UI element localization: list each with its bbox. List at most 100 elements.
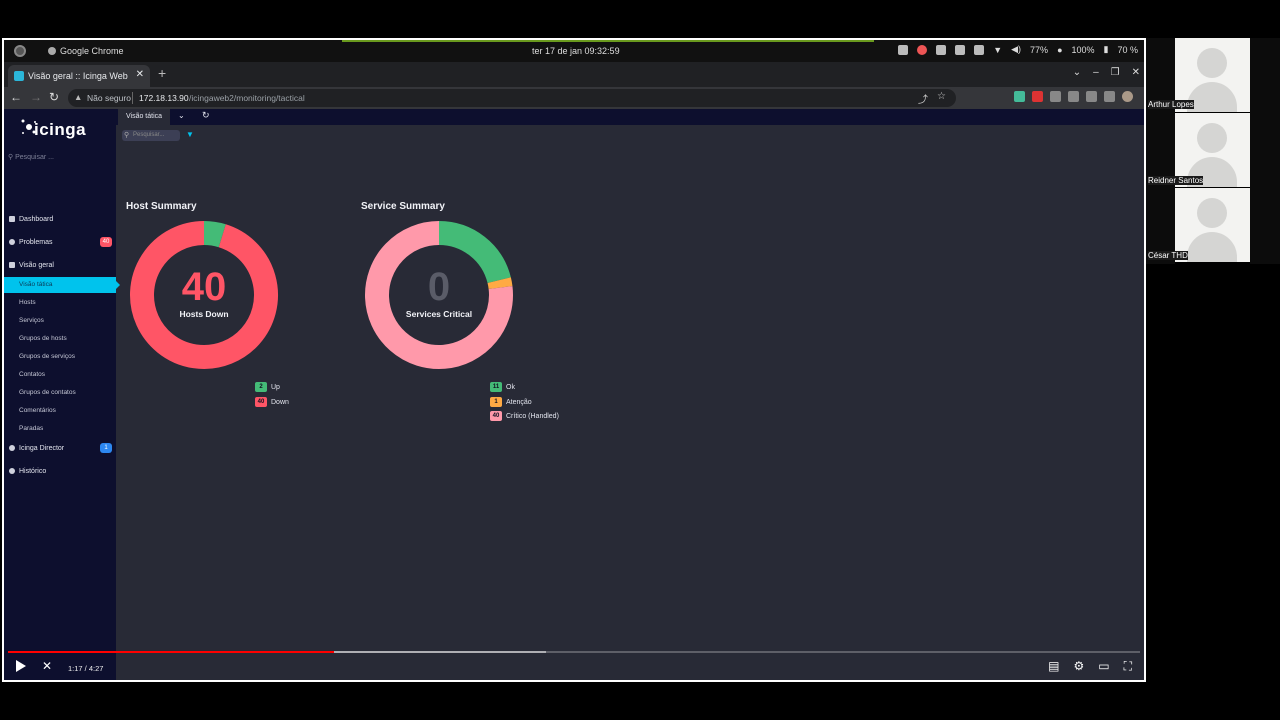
legend-label: Down (271, 399, 289, 406)
legend-label: Up (271, 384, 280, 391)
forward-icon[interactable]: → (30, 90, 42, 104)
sidebar-item-problems[interactable]: Problemas 40 (4, 236, 116, 252)
sidebar-subitem-contacts[interactable]: Contatos (4, 367, 116, 383)
sidebar-item-overview[interactable]: Visão geral (4, 259, 116, 275)
os-loading-bar (342, 40, 874, 42)
video-right-controls: ▤ ⚙ ▭ ⛶ (1048, 659, 1132, 674)
icinga-favicon (14, 71, 24, 81)
sidebar-search-placeholder: Pesquisar ... (15, 154, 54, 161)
sidebar-item-label: Icinga Director (19, 445, 65, 452)
side-panel-icon[interactable] (1104, 91, 1115, 102)
new-tab-icon[interactable]: + (158, 65, 166, 81)
screen-icon[interactable] (898, 44, 909, 55)
icinga-sidebar: icinga ⚲ Pesquisar ... Dashboard Problem… (4, 109, 120, 680)
mute-icon[interactable]: ✕ (42, 659, 52, 673)
screen: Google Chrome ter 17 de jan 09:32:59 ▼ ◀… (0, 0, 1280, 720)
legend-count: 2 (255, 382, 267, 392)
close-window-icon[interactable]: ✕ (1132, 67, 1140, 78)
video-timecode: 1:17 / 4:27 (68, 664, 104, 673)
security-label[interactable]: Não seguro (87, 93, 131, 103)
legend-count: 11 (490, 382, 502, 392)
tab-search-icon[interactable]: ⌄ (1073, 67, 1081, 78)
fullscreen-icon[interactable]: ⛶ (1124, 659, 1132, 674)
bookmark-star-icon[interactable]: ☆ (937, 91, 946, 102)
tab-tactical-overview[interactable]: Visão tática (118, 109, 170, 125)
host-big-number: 40 (181, 265, 227, 309)
filter-icon[interactable]: ▼ (186, 130, 194, 139)
sidebar-subitem-hosts[interactable]: Hosts (4, 295, 116, 311)
chevron-down-icon[interactable]: ⌄ (178, 111, 185, 120)
video-player[interactable]: Google Chrome ter 17 de jan 09:32:59 ▼ ◀… (2, 38, 1146, 682)
browser-tab[interactable]: Visão geral :: Icinga Web ✕ (8, 65, 150, 87)
profile-avatar[interactable] (1122, 91, 1133, 102)
wifi-icon: ▼ (993, 44, 1003, 55)
participant-name: Reidner Santos (1148, 176, 1204, 185)
clipboard-icon[interactable] (974, 44, 985, 55)
restore-icon[interactable]: ❐ (1111, 67, 1120, 78)
sidebar-item-history[interactable]: Histórico (4, 465, 116, 481)
participants-left-strip (1146, 38, 1175, 264)
activities-icon[interactable] (14, 45, 26, 57)
address-bar[interactable]: ▲ Não seguro 172.18.13.90 /icingaweb2/mo… (68, 89, 956, 107)
recording-icon[interactable] (917, 44, 928, 55)
reload-icon[interactable]: ↻ (49, 90, 59, 104)
sidebar-item-label: Visão geral (19, 262, 54, 269)
active-app-label: Google Chrome (60, 46, 124, 56)
sidebar-item-label: Histórico (19, 468, 47, 475)
extensions-puzzle-icon[interactable] (1086, 91, 1097, 102)
video-controls: ✕ 1:17 / 4:27 ▤ ⚙ ▭ ⛶ (4, 658, 1144, 678)
service-summary-title: Service Summary (361, 201, 445, 212)
overview-icon (9, 262, 15, 268)
director-icon (9, 445, 15, 451)
browser-tab-strip: Visão geral :: Icinga Web ✕ + ⌄ – ❐ ✕ (4, 62, 1144, 87)
bluetooth-icon[interactable] (955, 44, 966, 55)
history-icon (9, 468, 15, 474)
chrome-icon (48, 47, 56, 55)
sidebar-subitem-label: Visão tática (19, 281, 53, 288)
sidebar-subitem-comments[interactable]: Comentários (4, 403, 116, 419)
sidebar-subitem-downtimes[interactable]: Paradas (4, 421, 116, 437)
content-tabs: Visão tática ⌄ ↻ (116, 109, 1144, 125)
chrome-menu-icon[interactable]: ⋮ (1140, 91, 1144, 102)
extension-icon-2[interactable] (1032, 91, 1043, 102)
host-slice-up[interactable] (203, 221, 226, 248)
extension-icon-1[interactable] (1014, 91, 1025, 102)
sidebar-subitem-label: Hosts (19, 299, 36, 306)
sidebar-subitem-label: Paradas (19, 425, 44, 432)
problems-icon (9, 239, 15, 245)
extension-tray-icon[interactable] (936, 44, 947, 55)
sidebar-subitem-services[interactable]: Serviços (4, 313, 116, 329)
sidebar-subitem-hostgroups[interactable]: Grupos de hosts (4, 331, 116, 347)
extension-icon-4[interactable] (1068, 91, 1079, 102)
back-icon[interactable]: ← (10, 90, 22, 104)
warning-icon[interactable]: ▲ (74, 92, 82, 102)
sidebar-search[interactable]: ⚲ Pesquisar ... (8, 153, 54, 161)
active-app[interactable]: Google Chrome (48, 46, 124, 56)
legend-label: Ok (506, 384, 515, 391)
sidebar-subitem-contactgroups[interactable]: Grupos de contatos (4, 385, 116, 401)
settings-gear-icon[interactable]: ⚙ (1073, 659, 1084, 674)
video-played-bar[interactable] (8, 651, 334, 653)
play-icon[interactable] (16, 660, 26, 672)
sidebar-item-dashboard[interactable]: Dashboard (4, 213, 116, 229)
search-icon: ⚲ (124, 132, 130, 139)
minimize-icon[interactable]: – (1093, 67, 1099, 78)
cast-icon[interactable]: ▭ (1098, 659, 1109, 674)
subtitles-icon[interactable]: ▤ (1048, 659, 1059, 674)
sidebar-item-director[interactable]: Icinga Director 1 (4, 442, 116, 458)
close-tab-icon[interactable]: ✕ (136, 69, 144, 80)
service-donut-chart[interactable]: 0 Services Critical (363, 219, 515, 371)
sidebar-subitem-servicegroups[interactable]: Grupos de serviços (4, 349, 116, 365)
system-tray[interactable]: ▼ ◀) 77% ● 100% ▮ 70 % (898, 44, 1138, 55)
filter-search-input[interactable]: ⚲ Pesquisar... (122, 130, 180, 141)
sidebar-item-label: Problemas (19, 239, 53, 246)
host-summary-title: Host Summary (126, 201, 197, 212)
window-controls: ⌄ – ❐ ✕ (1073, 67, 1140, 78)
refresh-icon[interactable]: ↻ (202, 110, 210, 121)
system-clock[interactable]: ter 17 de jan 09:32:59 (532, 46, 620, 56)
share-icon[interactable]: ⤴ (918, 91, 928, 106)
host-donut-chart[interactable]: 40 Hosts Down (128, 219, 280, 371)
sidebar-subitem-tactical[interactable]: Visão tática (4, 277, 120, 293)
extension-icon-3[interactable] (1050, 91, 1061, 102)
mic-icon: ● (1057, 44, 1063, 55)
